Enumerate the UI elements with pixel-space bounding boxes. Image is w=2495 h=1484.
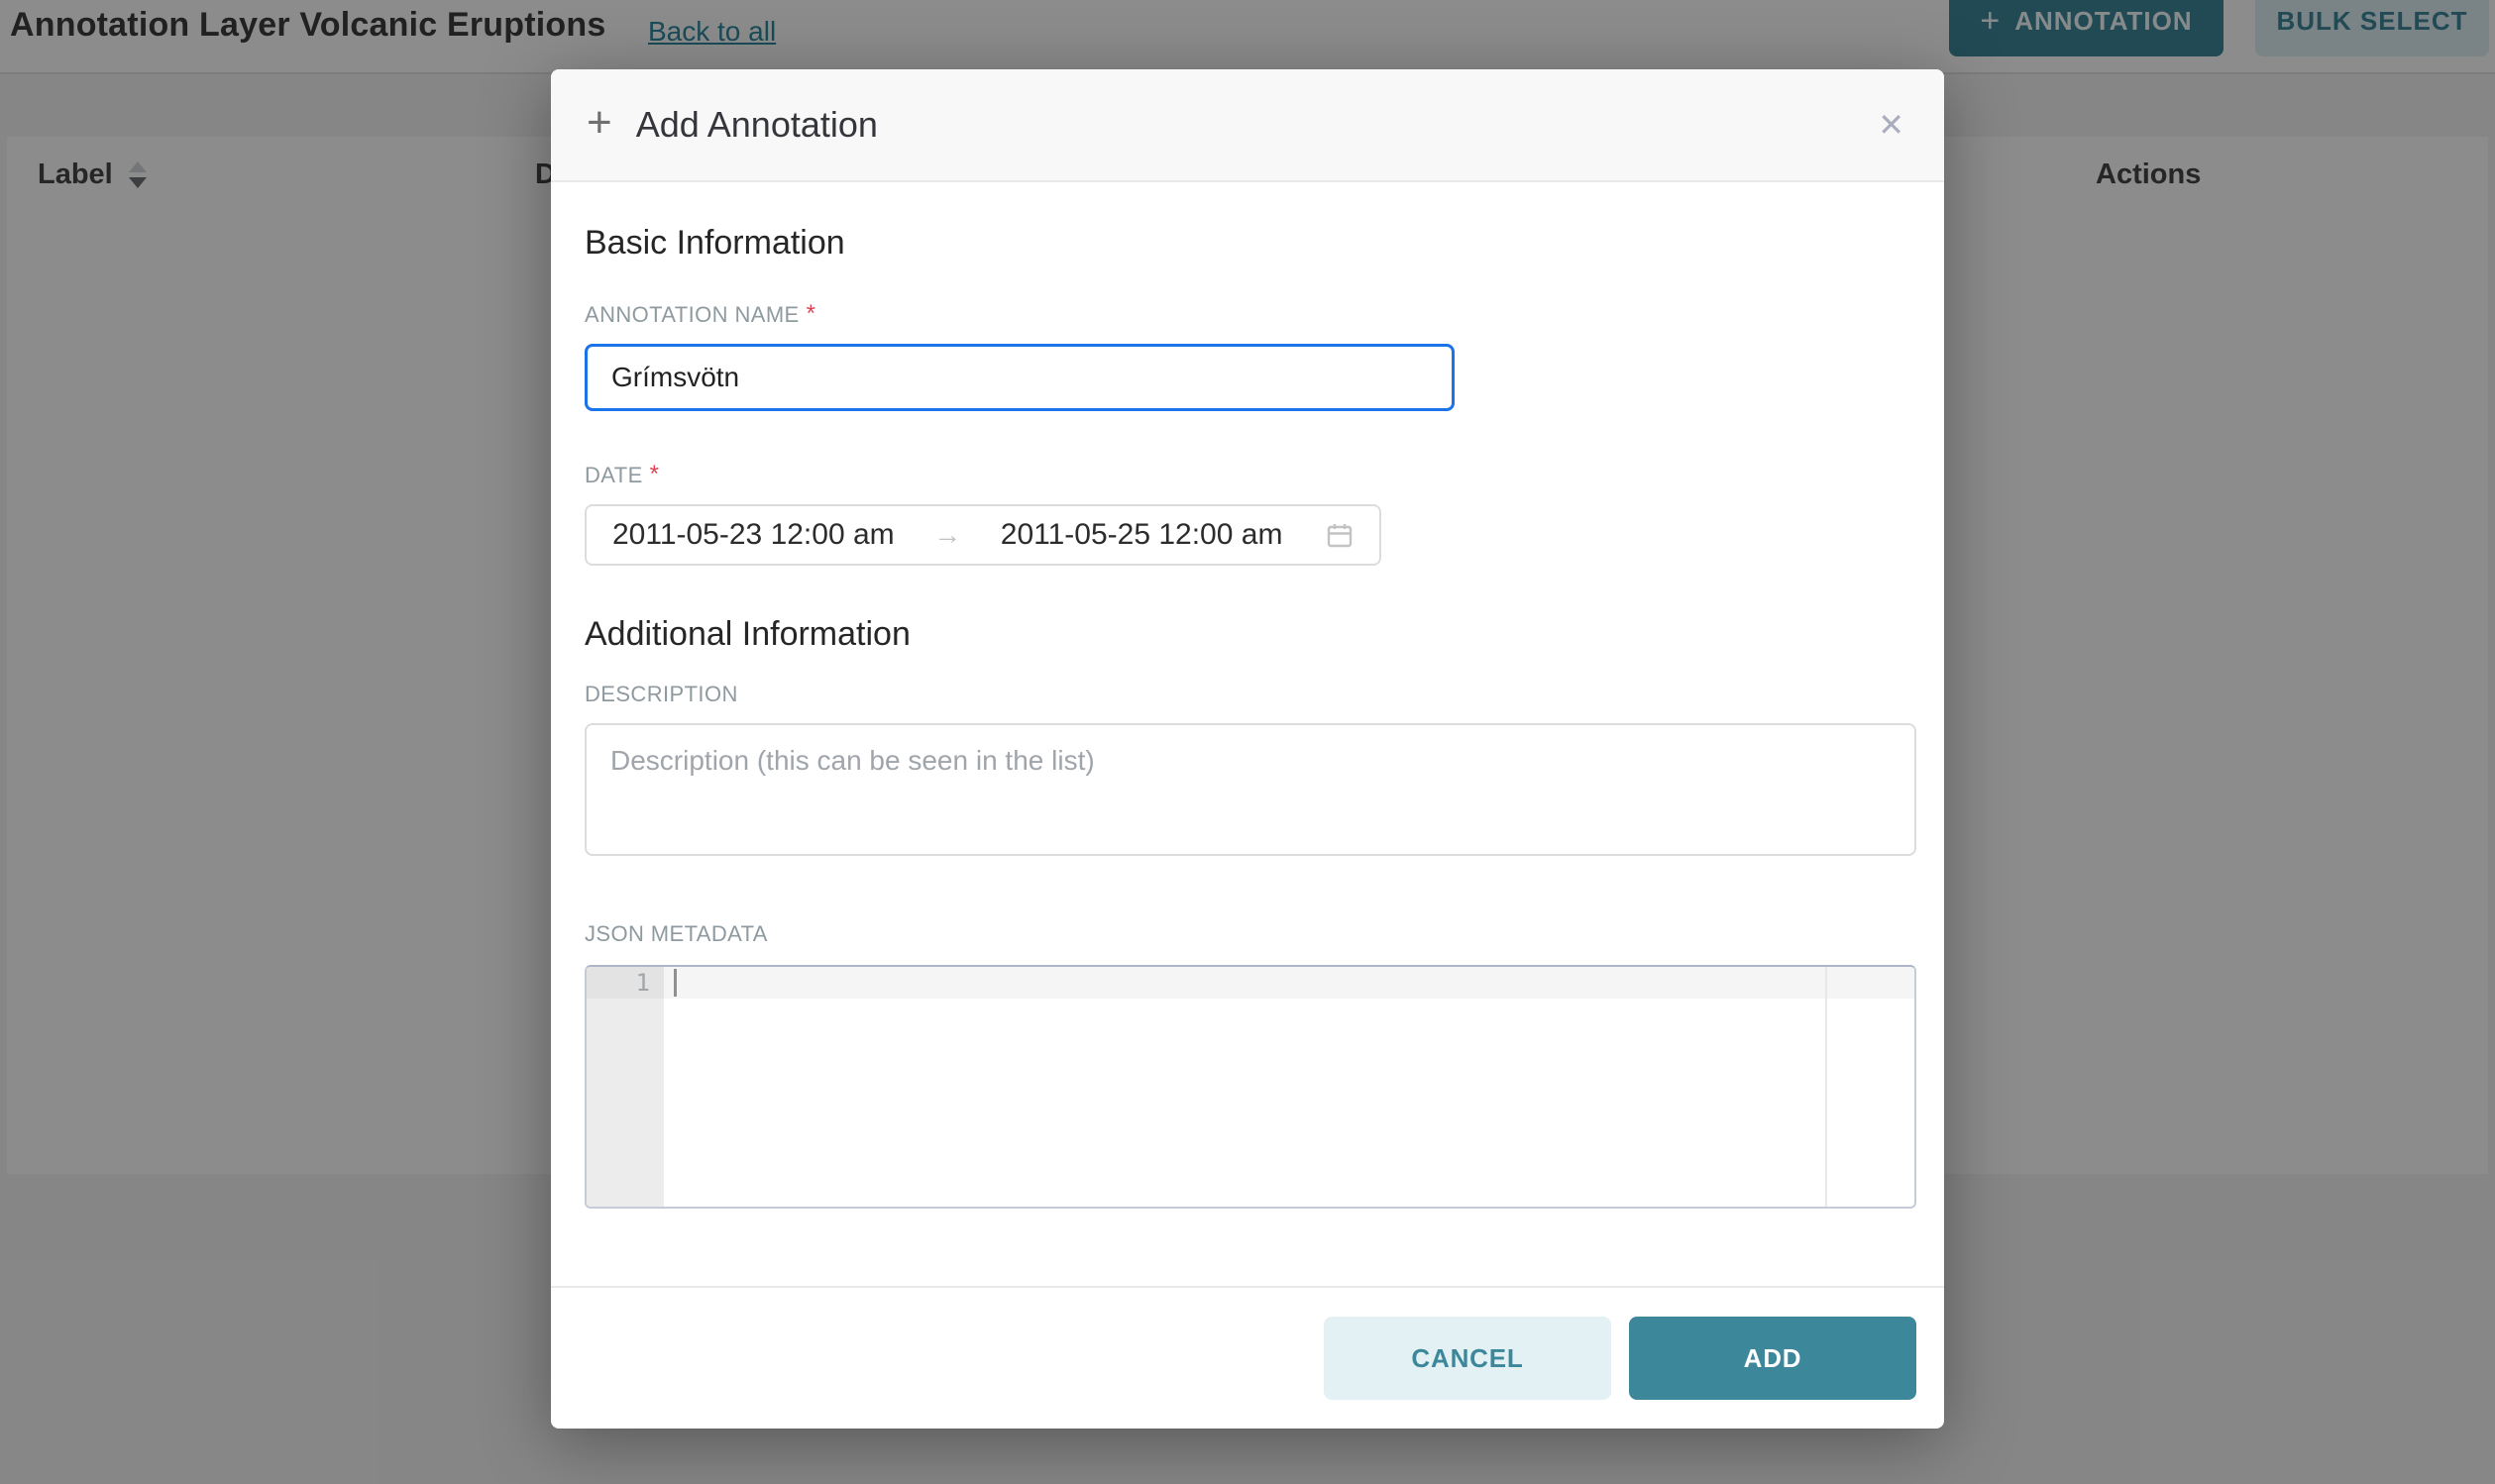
- calendar-icon: [1326, 521, 1354, 549]
- editor-active-line: [587, 967, 1914, 999]
- modal-footer: CANCEL ADD: [551, 1286, 1944, 1429]
- editor-print-margin: [1825, 967, 1827, 1207]
- json-metadata-label-text: JSON METADATA: [585, 921, 768, 947]
- date-label: DATE *: [585, 463, 1916, 488]
- cancel-button[interactable]: CANCEL: [1324, 1317, 1611, 1400]
- add-annotation-modal: + Add Annotation ✕ Basic Information ANN…: [551, 69, 1944, 1429]
- annotation-name-input[interactable]: [585, 344, 1455, 411]
- date-end-value[interactable]: 2011-05-25 12:00 am: [1001, 518, 1283, 552]
- section-additional-information: Additional Information: [585, 615, 1916, 654]
- required-asterisk: *: [807, 302, 816, 326]
- required-asterisk: *: [650, 463, 660, 486]
- date-range-picker[interactable]: 2011-05-23 12:00 am → 2011-05-25 12:00 a…: [585, 504, 1381, 566]
- editor-gutter: [587, 967, 664, 1207]
- plus-icon: +: [587, 101, 612, 145]
- arrow-right-icon: →: [933, 519, 961, 551]
- description-textarea[interactable]: [585, 723, 1916, 856]
- modal-body: Basic Information ANNOTATION NAME * DATE…: [585, 182, 1916, 1286]
- json-metadata-label: JSON METADATA: [585, 921, 1916, 947]
- modal-title: Add Annotation: [636, 104, 878, 146]
- section-basic-information: Basic Information: [585, 224, 1916, 263]
- description-label-text: DESCRIPTION: [585, 682, 738, 707]
- date-label-text: DATE: [585, 463, 643, 488]
- modal-header: + Add Annotation ✕: [551, 69, 1944, 182]
- json-metadata-editor[interactable]: 1: [585, 965, 1916, 1209]
- close-icon[interactable]: ✕: [1872, 103, 1910, 147]
- add-button[interactable]: ADD: [1629, 1317, 1916, 1400]
- annotation-name-label: ANNOTATION NAME *: [585, 302, 1916, 328]
- annotation-name-label-text: ANNOTATION NAME: [585, 302, 800, 328]
- date-start-value[interactable]: 2011-05-23 12:00 am: [612, 518, 895, 552]
- description-label: DESCRIPTION: [585, 682, 1916, 707]
- editor-cursor: [674, 969, 677, 997]
- editor-line-number: 1: [587, 967, 664, 999]
